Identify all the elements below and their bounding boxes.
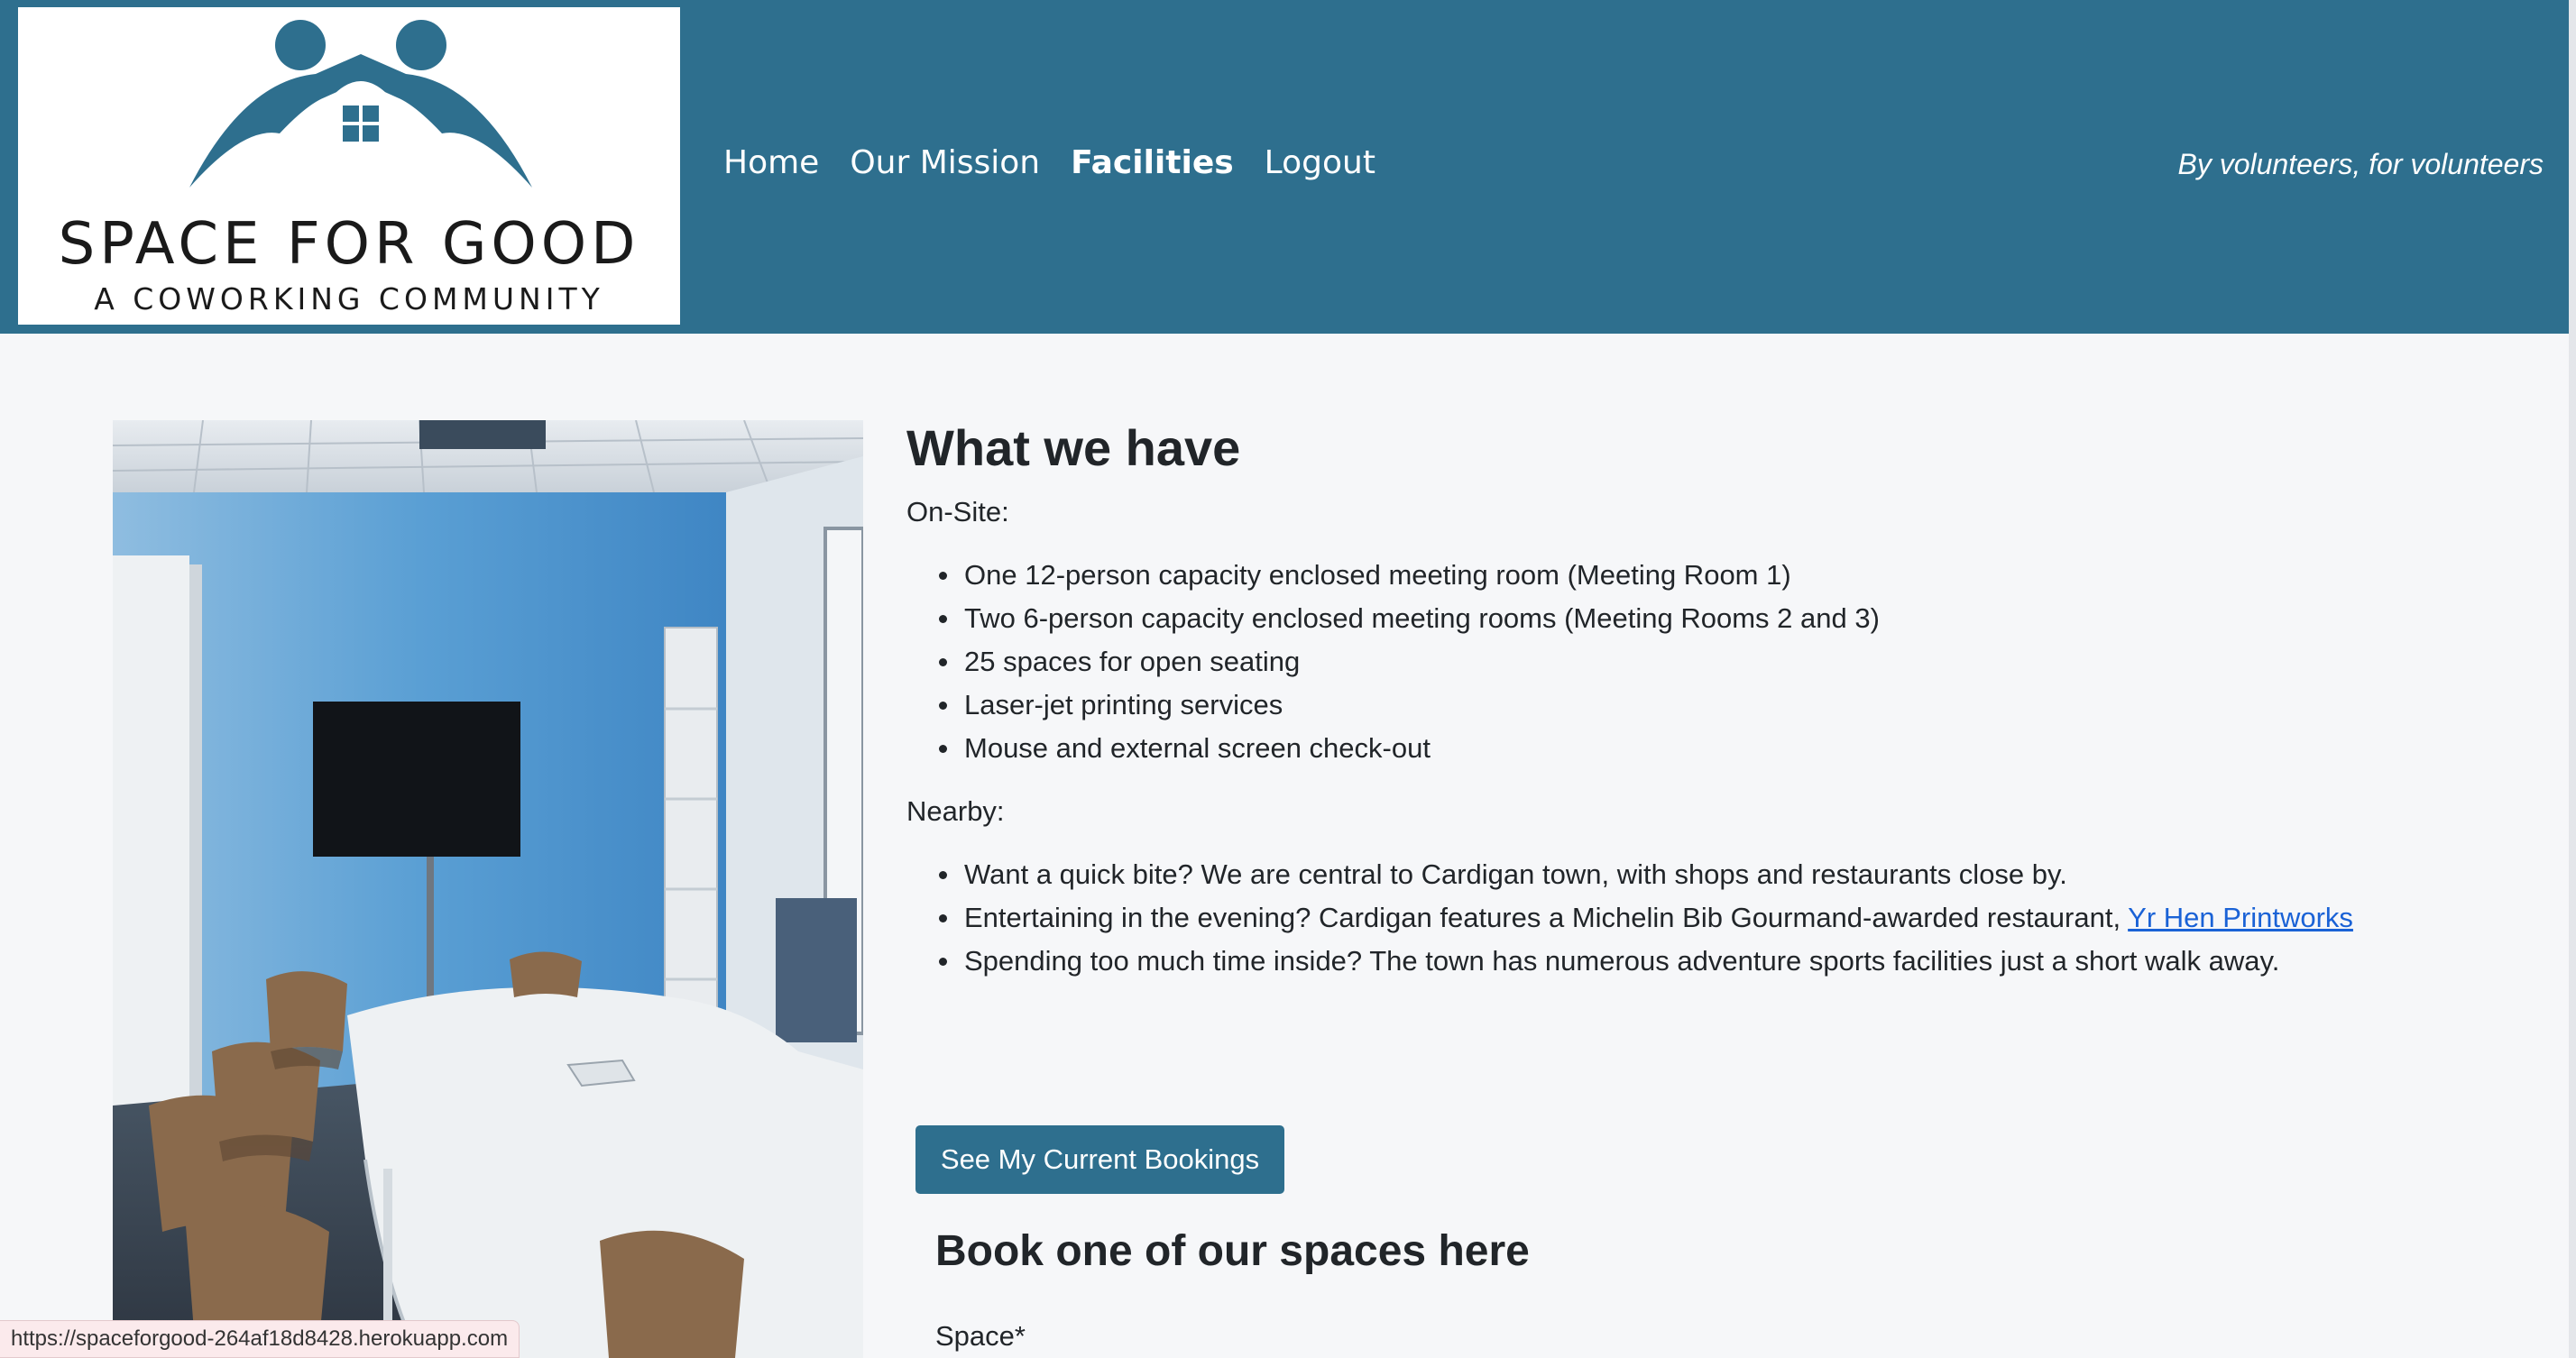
list-item: Entertaining in the evening? Cardigan fe…	[939, 896, 2512, 940]
list-item: Laser-jet printing services	[939, 684, 2512, 727]
onsite-list: One 12-person capacity enclosed meeting …	[939, 554, 2512, 770]
nav-home-link[interactable]: Home	[723, 144, 819, 181]
nearby-list: Want a quick bite? We are central to Car…	[939, 853, 2512, 983]
navbar: SPACE FOR GOOD A COWORKING COMMUNITY Hom…	[0, 0, 2569, 334]
yr-hen-printworks-link[interactable]: Yr Hen Printworks	[2128, 902, 2353, 933]
main-nav: Home Our Mission Facilities Logout	[723, 144, 1375, 181]
nearby-label: Nearby:	[906, 795, 1005, 827]
page: SPACE FOR GOOD A COWORKING COMMUNITY Hom…	[0, 0, 2576, 1358]
logo-title: SPACE FOR GOOD	[58, 211, 640, 278]
facilities-content: What we have On-Site: One 12-person capa…	[906, 415, 2512, 983]
scrollbar[interactable]	[2569, 0, 2576, 1358]
nav-facilities-link[interactable]: Facilities	[1071, 144, 1234, 181]
logo-people-house-icon	[189, 20, 532, 188]
list-item: Want a quick bite? We are central to Car…	[939, 853, 2512, 896]
page-title: What we have	[906, 419, 1241, 476]
logo-subtitle: A COWORKING COMMUNITY	[94, 281, 604, 317]
book-space-heading: Book one of our spaces here	[935, 1227, 1530, 1275]
space-field-label: Space*	[935, 1320, 1026, 1352]
list-item: One 12-person capacity enclosed meeting …	[939, 554, 2512, 597]
see-my-current-bookings-button[interactable]: See My Current Bookings	[915, 1125, 1284, 1194]
list-item: 25 spaces for open seating	[939, 640, 2512, 684]
onsite-label: On-Site:	[906, 496, 1009, 528]
tagline: By volunteers, for volunteers	[2177, 148, 2544, 180]
nav-our-mission-link[interactable]: Our Mission	[850, 144, 1040, 181]
meeting-room-photo	[113, 420, 863, 1358]
list-item: Mouse and external screen check-out	[939, 727, 2512, 770]
list-item: Two 6-person capacity enclosed meeting r…	[939, 597, 2512, 640]
list-item: Spending too much time inside? The town …	[939, 940, 2512, 983]
nav-logout-link[interactable]: Logout	[1265, 144, 1375, 181]
site-logo[interactable]: SPACE FOR GOOD A COWORKING COMMUNITY	[18, 7, 680, 325]
status-bar-url: https://spaceforgood-264af18d8428.heroku…	[0, 1320, 520, 1358]
list-item-text: Entertaining in the evening? Cardigan fe…	[964, 902, 2129, 933]
